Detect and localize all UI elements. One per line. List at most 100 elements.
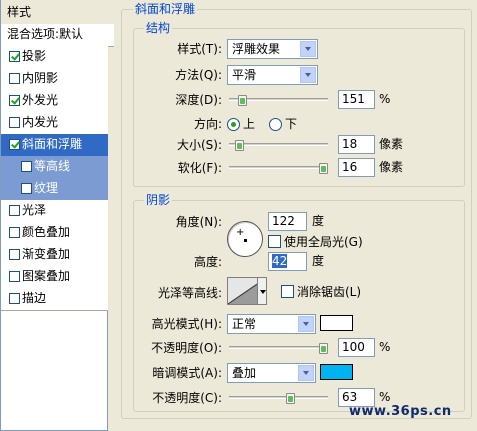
depth-input[interactable]: 151: [338, 90, 375, 109]
style-list: 样式 混合选项:默认 投影内阴影外发光内发光斜面和浮雕等高线纹理光泽颜色叠加渐变…: [0, 0, 114, 431]
angle-unit: 度: [312, 214, 325, 228]
style-list-header: 样式: [1, 0, 114, 25]
highlight-mode-select[interactable]: 正常: [227, 314, 316, 334]
soften-input[interactable]: 16: [338, 158, 375, 177]
style-item[interactable]: 颜色叠加: [1, 222, 108, 245]
soften-slider-thumb[interactable]: [319, 163, 328, 174]
altitude-unit: 度: [312, 254, 325, 268]
style-item-label: 描边: [22, 291, 47, 305]
angle-input[interactable]: 122: [268, 212, 307, 231]
anti-aliased-checkbox[interactable]: [281, 285, 294, 298]
chevron-down-icon[interactable]: [300, 41, 316, 57]
highlight-opacity-thumb[interactable]: [319, 343, 328, 354]
shadow-opacity-thumb[interactable]: [285, 393, 295, 404]
style-item-checkbox[interactable]: [9, 227, 20, 238]
style-label: 样式(T):: [177, 42, 222, 56]
style-item-label: 斜面和浮雕: [22, 137, 83, 151]
soften-label: 软化(F):: [177, 161, 222, 175]
angle-dial[interactable]: +: [227, 221, 263, 257]
style-item-checkbox[interactable]: [21, 161, 32, 172]
soften-unit: 像素: [379, 160, 404, 174]
style-item-checkbox[interactable]: [9, 117, 20, 128]
shading-title: 阴影: [144, 193, 173, 207]
chevron-down-icon[interactable]: [298, 316, 314, 332]
style-select[interactable]: 浮雕效果: [227, 39, 318, 59]
altitude-value: 42: [272, 254, 288, 268]
style-item-label: 纹理: [34, 181, 59, 195]
technique-select-value: 平滑: [232, 68, 257, 82]
size-input[interactable]: 18: [338, 135, 375, 154]
dial-center: [244, 239, 247, 242]
style-item-label: 内阴影: [22, 71, 59, 85]
shadow-color-swatch[interactable]: [320, 364, 353, 380]
blending-options-item[interactable]: 混合选项:默认: [1, 24, 114, 47]
global-light-checkbox[interactable]: [268, 235, 281, 248]
altitude-input[interactable]: 42: [268, 252, 307, 271]
size-label: 大小(S):: [176, 138, 222, 152]
style-item-checkbox[interactable]: [21, 183, 32, 194]
style-item[interactable]: 内发光: [1, 112, 108, 135]
style-item-label: 颜色叠加: [22, 225, 71, 239]
style-item-label: 投影: [22, 49, 47, 63]
style-item-label: 渐变叠加: [22, 247, 71, 261]
highlight-opacity-label: 不透明度(O):: [151, 341, 222, 355]
style-item[interactable]: 斜面和浮雕: [1, 134, 108, 157]
direction-label: 方向:: [193, 117, 222, 131]
depth-slider-thumb[interactable]: [238, 95, 247, 106]
highlight-color-swatch[interactable]: [320, 315, 353, 331]
chevron-down-icon[interactable]: [298, 365, 314, 381]
style-item[interactable]: 内阴影: [1, 68, 108, 91]
structure-title: 结构: [144, 21, 173, 35]
highlight-opacity-input[interactable]: 100: [338, 338, 375, 357]
style-item-label: 等高线: [34, 159, 71, 173]
style-item-checkbox[interactable]: [9, 249, 20, 260]
shadow-mode-label: 暗调模式(A):: [152, 366, 222, 380]
style-item[interactable]: 纹理: [1, 178, 108, 201]
style-item-label: 外发光: [22, 93, 59, 107]
altitude-label: 高度:: [193, 255, 222, 269]
anti-aliased-label[interactable]: 消除锯齿(L): [297, 283, 361, 301]
size-slider-thumb[interactable]: [235, 140, 245, 151]
soften-slider-track[interactable]: [229, 166, 328, 169]
shadow-mode-select[interactable]: 叠加: [227, 363, 316, 383]
chevron-down-icon[interactable]: [300, 67, 316, 83]
style-item-label: 图案叠加: [22, 269, 71, 283]
style-item[interactable]: 图案叠加: [1, 266, 108, 289]
shadow-mode-value: 叠加: [232, 366, 257, 380]
style-select-value: 浮雕效果: [232, 42, 281, 56]
gloss-contour-dropdown[interactable]: [257, 277, 267, 305]
crosshair-icon: +: [236, 227, 245, 238]
gloss-contour-label: 光泽等高线:: [157, 286, 222, 300]
style-item-checkbox[interactable]: [9, 51, 20, 62]
size-unit: 像素: [379, 137, 404, 151]
style-item-checkbox[interactable]: [9, 271, 20, 282]
style-item-checkbox[interactable]: [9, 293, 20, 304]
highlight-opacity-track[interactable]: [229, 346, 328, 349]
direction-up-radio[interactable]: [227, 118, 240, 131]
direction-up-label[interactable]: 上: [243, 115, 255, 133]
style-item-label: 内发光: [22, 115, 59, 129]
style-item[interactable]: 渐变叠加: [1, 244, 108, 267]
angle-label: 角度(N):: [175, 215, 222, 229]
technique-label: 方法(Q):: [175, 68, 222, 82]
bevel-title: 斜面和浮雕: [133, 2, 198, 16]
highlight-opacity-unit: %: [379, 340, 391, 354]
style-item[interactable]: 等高线: [1, 156, 108, 179]
highlight-mode-label: 高光模式(H):: [151, 317, 222, 331]
style-item[interactable]: 外发光: [1, 90, 108, 113]
style-item[interactable]: 投影: [1, 46, 108, 69]
shadow-opacity-track[interactable]: [229, 396, 328, 399]
depth-label: 深度(D):: [175, 93, 222, 107]
style-item-checkbox[interactable]: [9, 95, 20, 106]
depth-unit: %: [379, 92, 391, 106]
highlight-mode-value: 正常: [232, 317, 257, 331]
technique-select[interactable]: 平滑: [227, 65, 318, 85]
style-item-checkbox[interactable]: [9, 205, 20, 216]
style-item[interactable]: 描边: [1, 288, 108, 311]
style-item-checkbox[interactable]: [9, 73, 20, 84]
direction-down-radio[interactable]: [269, 118, 282, 131]
style-item[interactable]: 光泽: [1, 200, 108, 223]
style-item-checkbox[interactable]: [9, 139, 20, 150]
global-light-label[interactable]: 使用全局光(G): [284, 233, 363, 251]
direction-down-label[interactable]: 下: [285, 115, 297, 133]
